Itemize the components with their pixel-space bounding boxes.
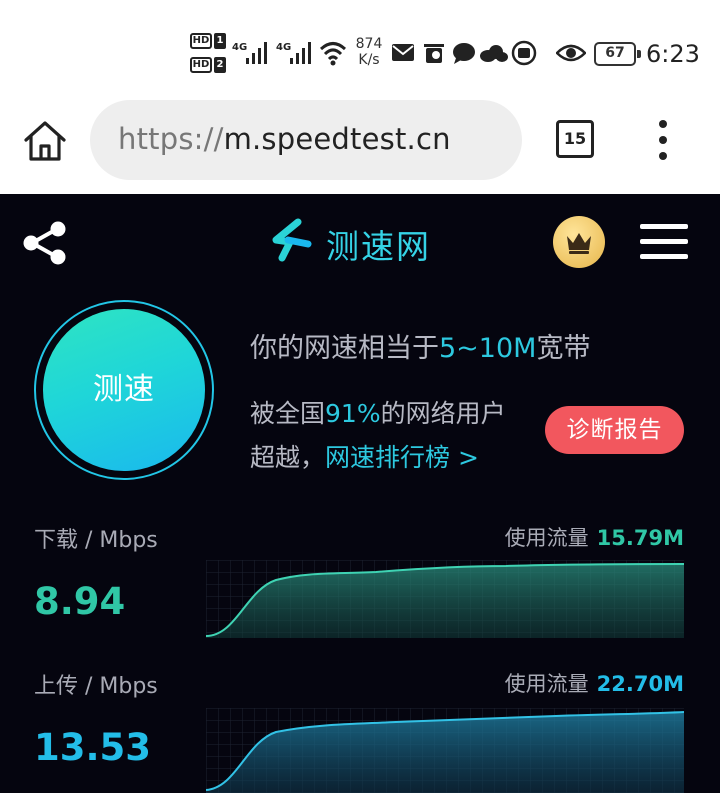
exceed-info: 超越，网速排行榜 > (250, 443, 479, 472)
more-icon[interactable] (648, 118, 678, 162)
menu-icon[interactable] (640, 224, 688, 260)
hand-icon (511, 40, 537, 66)
upload-speed-value: 13.53 (34, 726, 152, 769)
status-time: 6:23 (646, 40, 700, 68)
mail-icon (392, 44, 414, 61)
tab-count-button[interactable]: 15 (556, 120, 594, 158)
diagnosis-report-button[interactable]: 诊断报告 (545, 406, 684, 454)
hd-voice-2-icon: HD 2 (190, 57, 226, 73)
app-logo: 测速网 (268, 218, 448, 266)
network-type-2: 4G (276, 42, 291, 53)
download-speed-value: 8.94 (34, 580, 126, 623)
upload-traffic: 使用流量 22.70M (504, 672, 684, 696)
vip-button[interactable] (553, 216, 605, 268)
crown-icon (567, 233, 591, 254)
status-bar: HD 1 HD 2 4G 4G 874 K/s 67 6:23 (0, 0, 720, 100)
cloud-icon (480, 45, 508, 62)
bandwidth-info: 你的网速相当于5~10M宽带 (250, 333, 591, 364)
chat-icon (453, 43, 475, 64)
download-chart (206, 560, 684, 638)
hd-voice-1-icon: HD 1 (190, 33, 226, 49)
speed-ranking-link[interactable]: 网速排行榜 > (325, 443, 479, 472)
signal-icons: 4G 4G (232, 42, 347, 66)
browser-toolbar: https://m.speedtest.cn 15 (0, 100, 720, 194)
download-traffic: 使用流量 15.79M (504, 526, 684, 550)
trash-icon (424, 44, 444, 63)
download-label: 下载 / Mbps (34, 528, 158, 553)
address-bar[interactable]: https://m.speedtest.cn (90, 100, 522, 180)
notification-icons (392, 40, 537, 66)
share-icon[interactable] (22, 220, 68, 266)
network-type-1: 4G (232, 42, 247, 53)
upload-chart (206, 708, 684, 793)
network-speed: 874 K/s (355, 36, 383, 68)
home-icon[interactable] (22, 118, 68, 164)
eye-icon (556, 44, 586, 62)
beat-info: 被全国91%的网络用户 (250, 399, 506, 428)
logo-text: 测速网 (326, 227, 431, 266)
logo-icon (272, 218, 312, 262)
upload-label: 上传 / Mbps (34, 674, 158, 699)
wifi-icon (319, 42, 347, 66)
speedtest-app: 测速网 测速 你的网速相当于5~10M宽带 被全国91%的网络用户 超越，网速排… (0, 194, 720, 793)
url-text[interactable]: https://m.speedtest.cn (118, 122, 451, 156)
battery-indicator: 67 (594, 42, 641, 66)
start-test-button[interactable]: 测速 (43, 309, 205, 471)
